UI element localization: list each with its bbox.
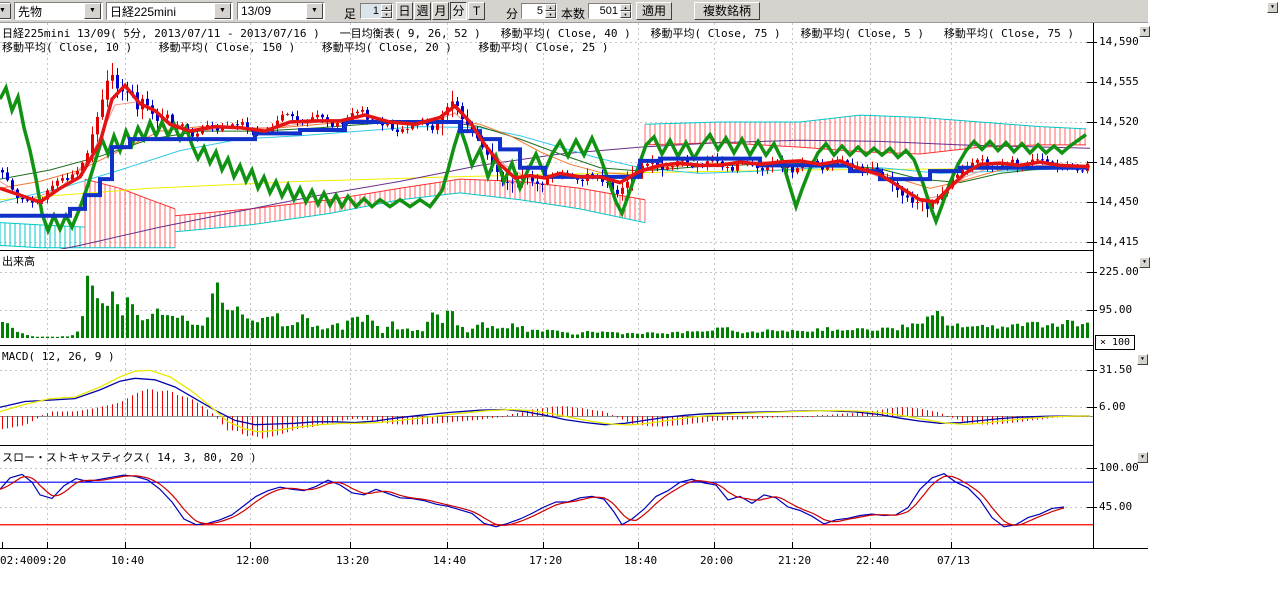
price-panel-menu-button[interactable]: ▼: [1139, 26, 1150, 37]
x-axis-tick-label: 22:40: [856, 554, 889, 567]
chevron-down-icon: ▼: [1141, 356, 1144, 362]
x-axis-tick-label: 13:20: [336, 554, 369, 567]
chevron-down-icon: ▼: [1141, 454, 1144, 460]
x-axis-tick-label: 09:20: [33, 554, 66, 567]
x-axis-tick-label: 10:40: [111, 554, 144, 567]
minute-label: 分: [506, 5, 518, 22]
volume-multiplier-badge: × 100: [1095, 335, 1135, 350]
chevron-down-icon: ▼: [1143, 28, 1146, 34]
corner-dropdown-button[interactable]: ▼: [1267, 2, 1278, 13]
bar-count-label: 本数: [561, 5, 585, 22]
bar-count-spinner[interactable]: 501 ▲▼: [588, 3, 632, 19]
y-axis-tick-label: 95.00: [1099, 303, 1132, 316]
period-week-button[interactable]: 週: [414, 2, 431, 20]
period-tick-button[interactable]: T: [468, 2, 485, 20]
x-axis-tick-label: 14:40: [433, 554, 466, 567]
x-axis-tick-label: 21:20: [778, 554, 811, 567]
period-day-button[interactable]: 日: [396, 2, 413, 20]
x-axis-tick-label: 02:40: [0, 554, 33, 567]
chevron-down-icon: ▼: [1143, 259, 1146, 265]
left-edge-combo-button[interactable]: ▼: [0, 2, 11, 20]
y-axis-tick-label: 14,590: [1099, 35, 1139, 48]
x-axis-tick-label: 17:20: [529, 554, 562, 567]
bar-interval-spinner[interactable]: 1 ▲▼: [360, 3, 393, 19]
spinner-arrows-icon[interactable]: ▲▼: [545, 4, 556, 18]
apply-button[interactable]: 適用: [636, 2, 672, 20]
y-axis-tick-label: 14,520: [1099, 115, 1139, 128]
y-axis-tick-label: 45.00: [1099, 500, 1132, 513]
period-month-button[interactable]: 月: [432, 2, 449, 20]
y-axis-tick-label: 14,450: [1099, 195, 1139, 208]
y-axis-tick-label: 100.00: [1099, 461, 1139, 474]
symbol-select[interactable]: 日経225mini ▼: [106, 2, 233, 20]
y-axis-tick-label: 6.00: [1099, 400, 1126, 413]
y-axis-tick-label: 31.50: [1099, 363, 1132, 376]
y-axis-tick-label: 14,485: [1099, 155, 1139, 168]
macd-panel-menu-button[interactable]: ▼: [1137, 354, 1148, 365]
x-axis-tick-label: 20:00: [700, 554, 733, 567]
toolbar: ▼ 先物 ▼ 日経225mini ▼ 13/09 ▼ 足 1 ▲▼ 日 週 月 …: [0, 0, 1148, 23]
y-axis-tick-label: 225.00: [1099, 265, 1139, 278]
y-axis-tick-label: 14,555: [1099, 75, 1139, 88]
chevron-down-icon: ▼: [214, 3, 231, 19]
x-axis-tick-label: 12:00: [236, 554, 269, 567]
y-axis-tick-label: 14,415: [1099, 235, 1139, 248]
volume-panel-label: 出来高: [2, 253, 35, 269]
macd-panel-label: MACD( 12, 26, 9 ): [2, 350, 115, 363]
chevron-down-icon: ▼: [306, 3, 323, 19]
bar-type-label: 足: [344, 5, 356, 22]
stochastics-panel-label: スロー・ストキャスティクス( 14, 3, 80, 20 ): [2, 449, 257, 465]
multi-symbol-button[interactable]: 複数銘柄: [694, 2, 760, 20]
x-axis-tick-label: 18:40: [624, 554, 657, 567]
contract-month-select[interactable]: 13/09 ▼: [237, 2, 325, 20]
chevron-down-icon: ▼: [0, 3, 11, 19]
chevron-down-icon: ▼: [1271, 4, 1274, 10]
chart-canvas: [0, 0, 1280, 614]
spinner-arrows-icon[interactable]: ▲▼: [381, 4, 392, 18]
chart-application-window: ▼ 先物 ▼ 日経225mini ▼ 13/09 ▼ 足 1 ▲▼ 日 週 月 …: [0, 0, 1280, 614]
instrument-type-select[interactable]: 先物 ▼: [14, 2, 103, 20]
chart-header-line2: 移動平均( Close, 10 ) 移動平均( Close, 150 ) 移動平…: [2, 39, 608, 55]
minute-value-spinner[interactable]: 5 ▲▼: [521, 3, 557, 19]
volume-panel-menu-button[interactable]: ▼: [1139, 257, 1150, 268]
period-minute-button[interactable]: 分: [450, 2, 467, 20]
spinner-arrows-icon[interactable]: ▲▼: [620, 4, 631, 18]
chevron-down-icon: ▼: [84, 3, 101, 19]
x-axis-tick-label: 07/13: [937, 554, 970, 567]
